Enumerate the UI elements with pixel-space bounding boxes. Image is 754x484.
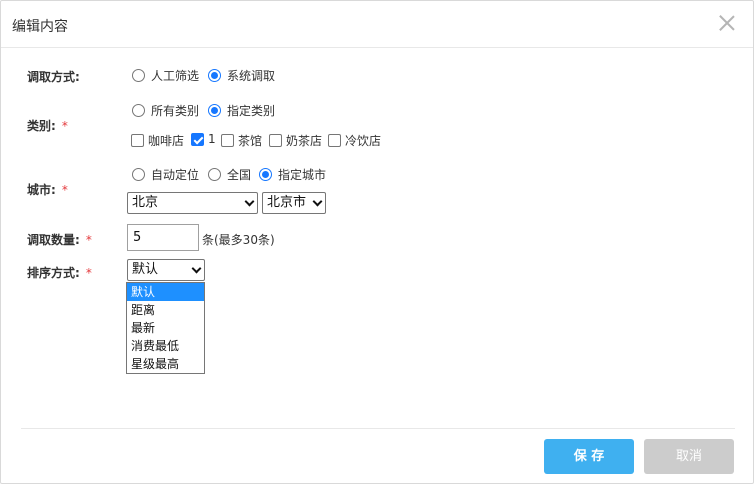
count-hint: 条(最多30条) [202, 233, 275, 247]
category-label: 类别: * [27, 119, 68, 133]
checkbox-icon[interactable] [328, 134, 341, 147]
sort-option-default[interactable]: 默认 [127, 283, 204, 301]
checkbox-icon[interactable] [131, 134, 144, 147]
footer-divider [21, 428, 735, 429]
province-select[interactable]: 北京 [127, 192, 258, 214]
radio-checked-icon[interactable] [259, 168, 272, 181]
close-icon[interactable] [717, 13, 737, 33]
city-radio-auto[interactable]: 自动定位 [132, 166, 199, 183]
category-radio-specified[interactable]: 指定类别 [208, 102, 275, 119]
sort-option-distance[interactable]: 距离 [127, 301, 204, 319]
sort-select[interactable]: 默认 [127, 259, 205, 281]
radio-icon[interactable] [132, 69, 145, 82]
city-radio-specified[interactable]: 指定城市 [259, 166, 326, 183]
sort-label: 排序方式: * [27, 266, 92, 280]
edit-content-dialog: 编辑内容 调取方式: 人工筛选 系统调取 类别: * 所有类别 指定类别 咖啡店 … [0, 0, 754, 484]
category-check-coffee[interactable]: 咖啡店 [131, 132, 184, 149]
city-label: 城市: * [27, 183, 68, 197]
radio-icon[interactable] [132, 104, 145, 117]
category-radio-all[interactable]: 所有类别 [132, 102, 199, 119]
chevron-down-icon [312, 196, 323, 207]
city-radio-nationwide[interactable]: 全国 [208, 166, 251, 183]
save-button[interactable]: 保 存 [544, 439, 634, 474]
checkbox-icon[interactable] [269, 134, 282, 147]
count-label: 调取数量: * [27, 233, 92, 247]
radio-icon[interactable] [208, 168, 221, 181]
header-divider [1, 47, 753, 48]
chevron-down-icon [244, 196, 255, 207]
sort-option-lowest-cost[interactable]: 消费最低 [127, 337, 204, 355]
dialog-title: 编辑内容 [12, 19, 68, 35]
method-radio-system[interactable]: 系统调取 [208, 67, 275, 84]
checkbox-checked-icon[interactable] [191, 132, 204, 146]
checkbox-icon[interactable] [221, 134, 234, 147]
sort-dropdown-list: 默认 距离 最新 消费最低 星级最高 [126, 282, 205, 374]
radio-checked-icon[interactable] [208, 104, 221, 117]
radio-checked-icon[interactable] [208, 69, 221, 82]
count-input[interactable]: 5 [127, 224, 199, 251]
sort-option-highest-rating[interactable]: 星级最高 [127, 355, 204, 373]
sort-option-newest[interactable]: 最新 [127, 319, 204, 337]
chevron-down-icon [191, 263, 202, 274]
method-radio-manual[interactable]: 人工筛选 [132, 67, 199, 84]
method-label: 调取方式: [27, 70, 80, 84]
category-check-1[interactable]: 1 [191, 132, 216, 146]
radio-icon[interactable] [132, 168, 145, 181]
category-check-teahouse[interactable]: 茶馆 [221, 132, 262, 149]
category-check-milktea[interactable]: 奶茶店 [269, 132, 322, 149]
cancel-button[interactable]: 取消 [644, 439, 734, 474]
category-check-colddrinks[interactable]: 冷饮店 [328, 132, 381, 149]
city-select[interactable]: 北京市 [262, 192, 326, 214]
